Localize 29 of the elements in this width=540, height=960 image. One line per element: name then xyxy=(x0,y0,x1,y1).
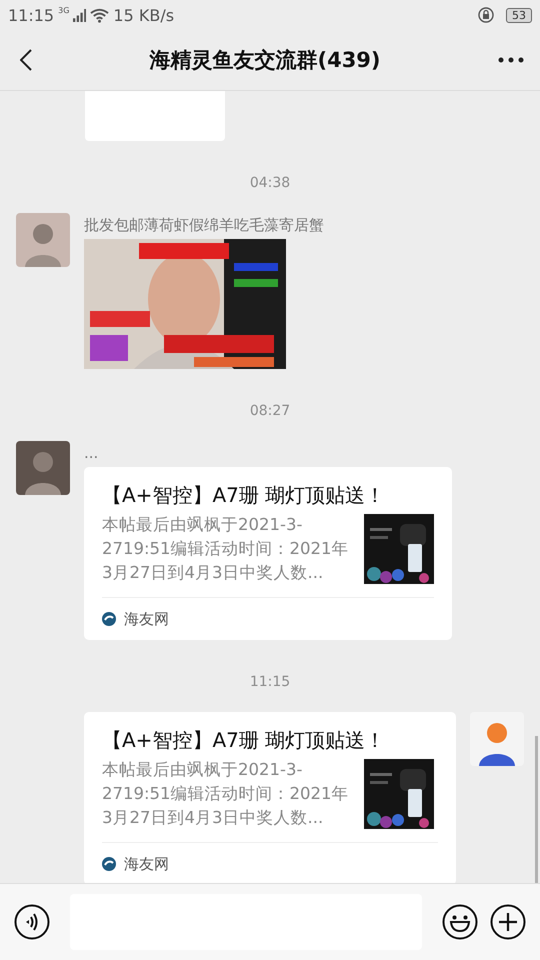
network-type: 3G xyxy=(58,6,70,15)
link-source: 海友网 xyxy=(124,610,169,628)
avatar[interactable] xyxy=(470,712,524,766)
status-time: 11:15 xyxy=(8,6,54,24)
back-icon[interactable] xyxy=(20,49,32,71)
link-card[interactable]: 【A+智控】A7珊 瑚灯顶贴送！ 本帖最后由飒枫于2021-3-2719:51编辑活动时间：2021年3月27日到4月3日中奖人数... 海友网 xyxy=(84,712,456,883)
timestamp: 11:15 xyxy=(250,674,290,690)
emoji-icon[interactable] xyxy=(442,904,478,940)
chat-title: 海精灵鱼友交流群(439) xyxy=(148,47,382,74)
sender-name: ... xyxy=(84,443,100,463)
link-description: 本帖最后由飒枫于2021-3-2719:51编辑活动时间：2021年3月27日到4月3日中奖人数... xyxy=(102,514,350,584)
timestamp: 08:27 xyxy=(250,403,290,419)
timestamp: 04:38 xyxy=(250,175,290,191)
rotation-lock-icon xyxy=(478,7,494,23)
battery-level: 53 xyxy=(506,8,532,22)
site-logo-icon xyxy=(102,612,116,626)
add-icon[interactable] xyxy=(490,904,526,940)
voice-icon[interactable] xyxy=(14,904,50,940)
sender-name: 批发包邮薄荷虾假绵羊吃毛藻寄居蟹 xyxy=(84,215,324,235)
more-icon[interactable] xyxy=(498,57,524,63)
link-description: 本帖最后由飒枫于2021-3-2719:51编辑活动时间：2021年3月27日到4月3日中奖人数... xyxy=(102,759,350,829)
link-title: 【A+智控】A7珊 瑚灯顶贴送！ xyxy=(102,727,386,754)
site-logo-icon xyxy=(102,857,116,871)
signal-icon xyxy=(73,8,86,22)
wifi-icon xyxy=(90,8,110,22)
network-speed: 15 KB/s xyxy=(113,6,174,24)
link-title: 【A+智控】A7珊 瑚灯顶贴送！ xyxy=(102,482,386,509)
link-source: 海友网 xyxy=(124,854,169,874)
link-card[interactable]: 【A+智控】A7珊 瑚灯顶贴送！ 本帖最后由飒枫于2021-3-2719:51编辑活动时间：2021年3月27日到4月3日中奖人数... 海友网 xyxy=(84,467,452,640)
